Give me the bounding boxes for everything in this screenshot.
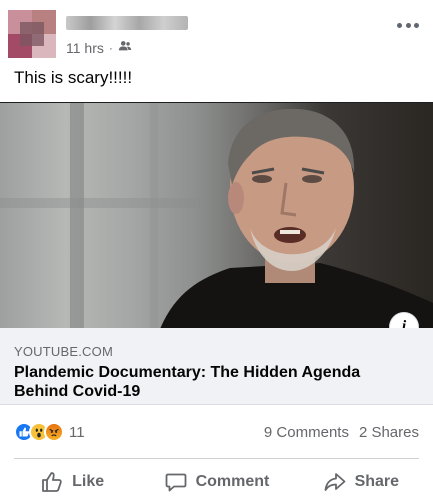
comment-icon xyxy=(165,473,186,492)
angry-reaction-icon xyxy=(44,422,64,442)
more-options-icon[interactable] xyxy=(397,18,419,32)
divider xyxy=(14,458,419,459)
reaction-count: 11 xyxy=(69,423,85,441)
author-name-blurred[interactable] xyxy=(66,16,188,30)
feed-post: 11 hrs · This is scary!!!!! i YOUTUBE.CO… xyxy=(0,0,433,500)
like-label: Like xyxy=(72,473,105,490)
post-meta: 11 hrs · xyxy=(66,39,132,56)
comment-button[interactable]: Comment xyxy=(144,464,288,500)
post-header: 11 hrs · xyxy=(8,6,425,62)
engagement-counts: 9 Comments 2 Shares xyxy=(264,424,419,441)
comment-label: Comment xyxy=(195,473,270,490)
thumbnail-image xyxy=(0,103,433,328)
like-button[interactable]: Like xyxy=(0,464,144,500)
share-button[interactable]: Share xyxy=(289,464,433,500)
reactions-summary[interactable]: 11 xyxy=(14,422,85,442)
meta-separator: · xyxy=(108,40,113,55)
post-stats: 11 9 Comments 2 Shares xyxy=(0,420,433,444)
thumbs-up-icon xyxy=(42,472,62,492)
avatar[interactable] xyxy=(8,10,56,58)
share-arrow-icon xyxy=(324,473,345,491)
post-text: This is scary!!!!! xyxy=(14,68,133,87)
shares-count[interactable]: 2 Shares xyxy=(359,424,419,441)
video-thumbnail[interactable] xyxy=(0,102,433,328)
post-timestamp[interactable]: 11 hrs xyxy=(66,40,104,56)
action-bar: Like Comment Share xyxy=(0,464,433,500)
friends-icon[interactable] xyxy=(118,39,132,56)
share-label: Share xyxy=(354,473,400,490)
comments-count[interactable]: 9 Comments xyxy=(264,424,349,441)
link-domain: YOUTUBE.COM xyxy=(14,344,113,359)
link-preview[interactable]: YOUTUBE.COM Plandemic Documentary: The H… xyxy=(0,328,433,405)
link-title[interactable]: Plandemic Documentary: The Hidden Agenda… xyxy=(14,363,404,401)
